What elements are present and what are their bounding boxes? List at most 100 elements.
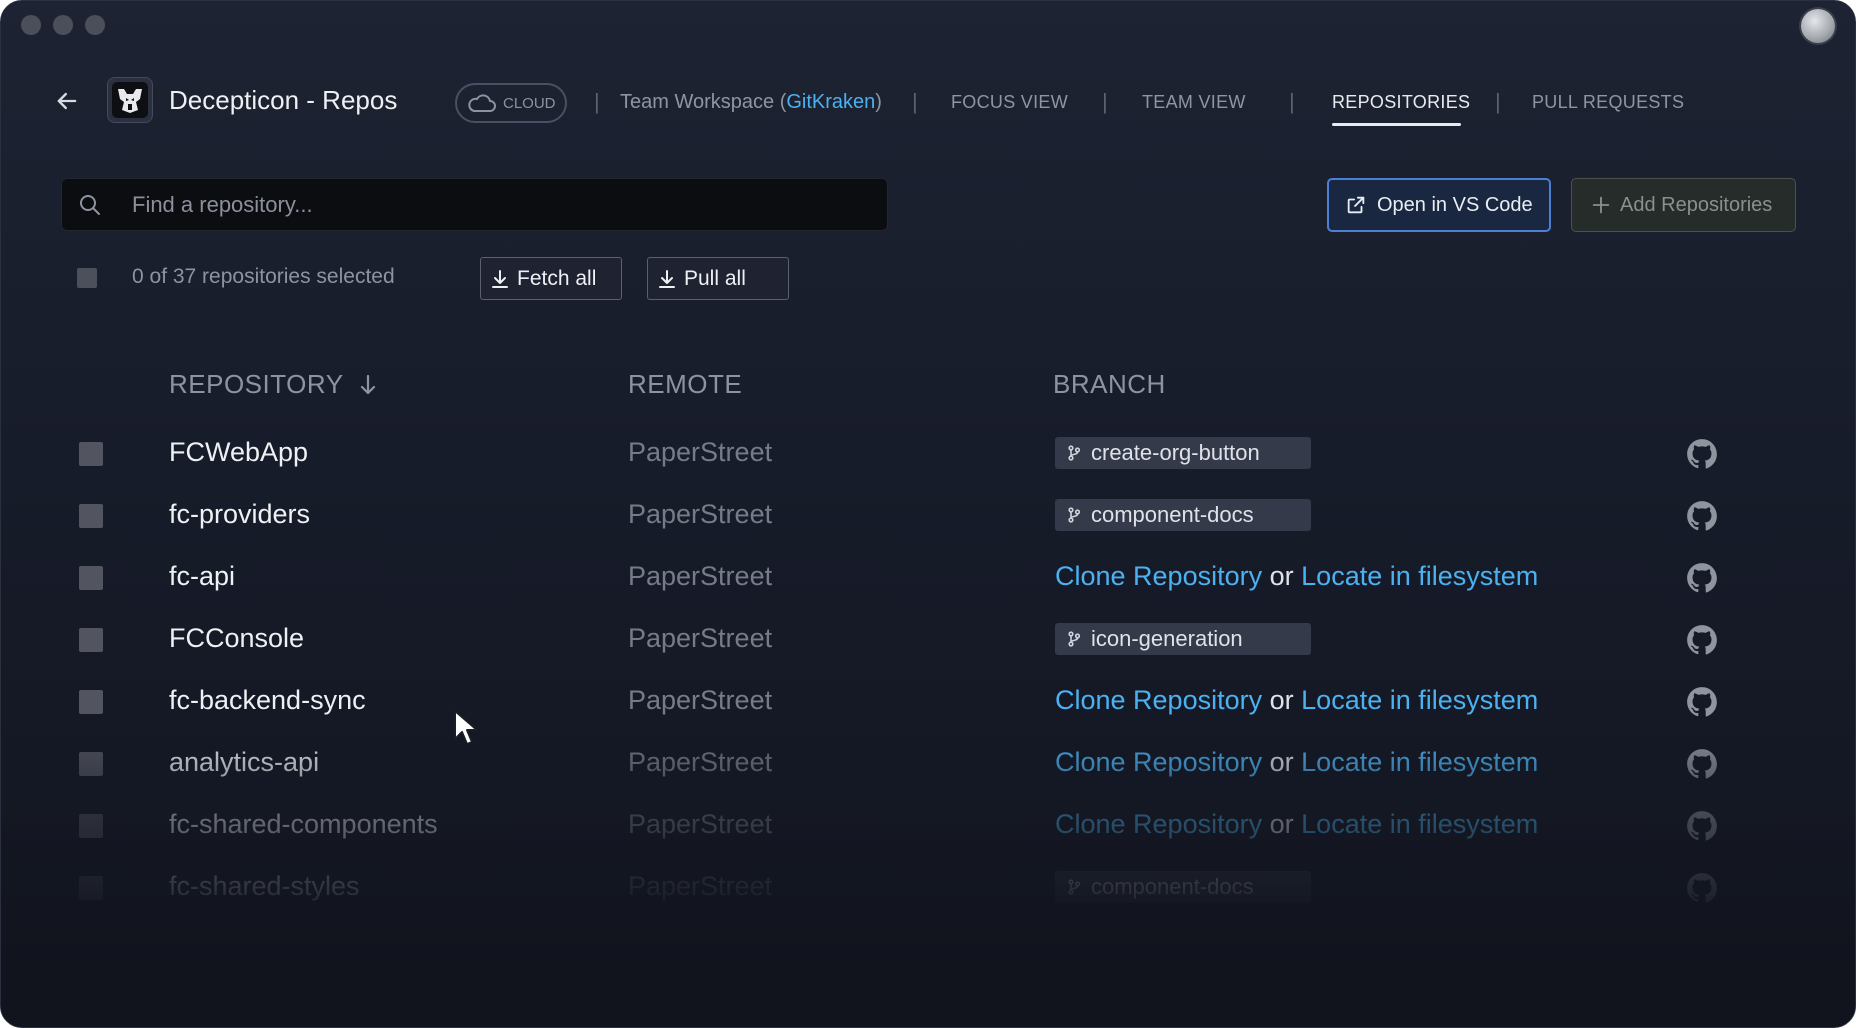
active-tab-indicator [1332,123,1461,126]
git-branch-icon [1068,879,1081,895]
row-checkbox[interactable] [79,752,103,776]
pull-all-button[interactable]: Pull all [647,257,789,300]
row-checkbox[interactable] [79,566,103,590]
maximize-window-button[interactable] [85,15,105,35]
user-avatar[interactable] [1801,9,1835,43]
workspace-logo [107,77,153,123]
search-input[interactable] [132,179,872,230]
repo-remote: PaperStreet [628,623,773,653]
repo-remote: PaperStreet [628,561,773,591]
table-row[interactable]: fc-shared-styles PaperStreet component-d… [1,855,1855,917]
workspace-header: Decepticon - Repos CLOUD | Team Workspac… [1,71,1855,135]
open-in-vscode-button[interactable]: Open in VS Code [1327,178,1551,232]
column-header-branch: BRANCH [1053,369,1166,399]
git-branch-icon [1068,631,1081,647]
workspace-title: Decepticon - Repos [169,85,398,115]
download-icon [659,269,675,288]
app-window: Decepticon - Repos CLOUD | Team Workspac… [0,0,1856,1028]
minimize-window-button[interactable] [53,15,73,35]
branch-badge: component-docs [1055,499,1311,531]
row-checkbox[interactable] [79,504,103,528]
table-row[interactable]: fc-backend-sync PaperStreet Clone Reposi… [1,669,1855,731]
nav-separator: | [594,89,600,114]
repo-name[interactable]: FCWebApp [169,437,308,468]
repo-name[interactable]: fc-shared-components [169,809,438,840]
table-row[interactable]: FCWebApp PaperStreet create-org-button [1,421,1855,483]
table-row[interactable]: fc-providers PaperStreet component-docs [1,483,1855,545]
repo-name[interactable]: fc-providers [169,499,310,530]
row-checkbox[interactable] [79,690,103,714]
repo-name[interactable]: FCConsole [169,623,304,654]
sort-arrow-down-icon [360,374,375,394]
github-icon[interactable] [1685,685,1719,719]
repository-search [61,178,888,231]
repo-remote: PaperStreet [628,809,773,839]
clone-repository-link[interactable]: Clone Repository [1055,685,1262,715]
add-repositories-button[interactable]: Add Repositories [1571,178,1796,232]
branch-badge: create-org-button [1055,437,1311,469]
plus-icon [1592,196,1610,214]
nav-separator: | [1102,89,1108,114]
github-icon[interactable] [1685,871,1719,905]
tab-repositories[interactable]: REPOSITORIES [1332,92,1470,113]
row-checkbox[interactable] [79,876,103,900]
cloud-label: CLOUD [503,94,556,112]
nav-separator: | [1495,89,1501,114]
table-row[interactable]: fc-shared-components PaperStreet Clone R… [1,793,1855,855]
cloud-icon [468,94,496,112]
repo-name[interactable]: analytics-api [169,747,319,778]
close-window-button[interactable] [21,15,41,35]
table-row[interactable]: FCConsole PaperStreet icon-generation [1,607,1855,669]
github-icon[interactable] [1685,561,1719,595]
select-all-checkbox[interactable] [77,268,97,288]
table-row[interactable]: fc-api PaperStreet Clone Repository or L… [1,545,1855,607]
row-checkbox[interactable] [79,628,103,652]
clone-or-locate: Clone Repository or Locate in filesystem [1055,747,1539,777]
repo-name[interactable]: fc-api [169,561,235,592]
repo-remote: PaperStreet [628,685,773,715]
back-button[interactable] [53,87,81,115]
mouse-cursor-icon [454,710,478,745]
row-checkbox[interactable] [79,442,103,466]
external-link-icon [1347,196,1365,214]
gitkraken-org-link[interactable]: GitKraken [786,91,875,113]
table-row[interactable]: analytics-api PaperStreet Clone Reposito… [1,731,1855,793]
decepticon-logo-icon [118,89,142,113]
fetch-all-button[interactable]: Fetch all [480,257,622,300]
arrow-left-icon [57,92,77,110]
nav-separator: | [1289,89,1295,114]
clone-or-locate: Clone Repository or Locate in filesystem [1055,561,1539,591]
tab-pull-requests[interactable]: PULL REQUESTS [1532,92,1684,113]
locate-in-filesystem-link[interactable]: Locate in filesystem [1301,747,1538,777]
github-icon[interactable] [1685,499,1719,533]
locate-in-filesystem-link[interactable]: Locate in filesystem [1301,685,1538,715]
row-checkbox[interactable] [79,814,103,838]
github-icon[interactable] [1685,809,1719,843]
tab-team-view[interactable]: TEAM VIEW [1142,92,1246,113]
repo-remote: PaperStreet [628,499,773,529]
clone-repository-link[interactable]: Clone Repository [1055,561,1262,591]
repo-name[interactable]: fc-shared-styles [169,871,360,902]
locate-in-filesystem-link[interactable]: Locate in filesystem [1301,561,1538,591]
git-branch-icon [1068,507,1081,523]
git-branch-icon [1068,445,1081,461]
clone-or-locate: Clone Repository or Locate in filesystem [1055,809,1539,839]
tab-focus-view[interactable]: FOCUS VIEW [951,92,1068,113]
repo-name[interactable]: fc-backend-sync [169,685,366,716]
repo-remote: PaperStreet [628,871,773,901]
branch-badge: icon-generation [1055,623,1311,655]
locate-in-filesystem-link[interactable]: Locate in filesystem [1301,809,1538,839]
github-icon[interactable] [1685,437,1719,471]
github-icon[interactable] [1685,747,1719,781]
selected-count: 0 of 37 repositories selected [132,265,395,288]
download-icon [492,269,508,288]
clone-or-locate: Clone Repository or Locate in filesystem [1055,685,1539,715]
cloud-badge: CLOUD [455,83,567,123]
team-workspace-label: Team Workspace (GitKraken) [620,91,882,113]
column-header-repository[interactable]: REPOSITORY [169,369,378,400]
search-icon [80,195,100,215]
github-icon[interactable] [1685,623,1719,657]
branch-badge: component-docs [1055,871,1311,903]
clone-repository-link[interactable]: Clone Repository [1055,747,1262,777]
clone-repository-link[interactable]: Clone Repository [1055,809,1262,839]
